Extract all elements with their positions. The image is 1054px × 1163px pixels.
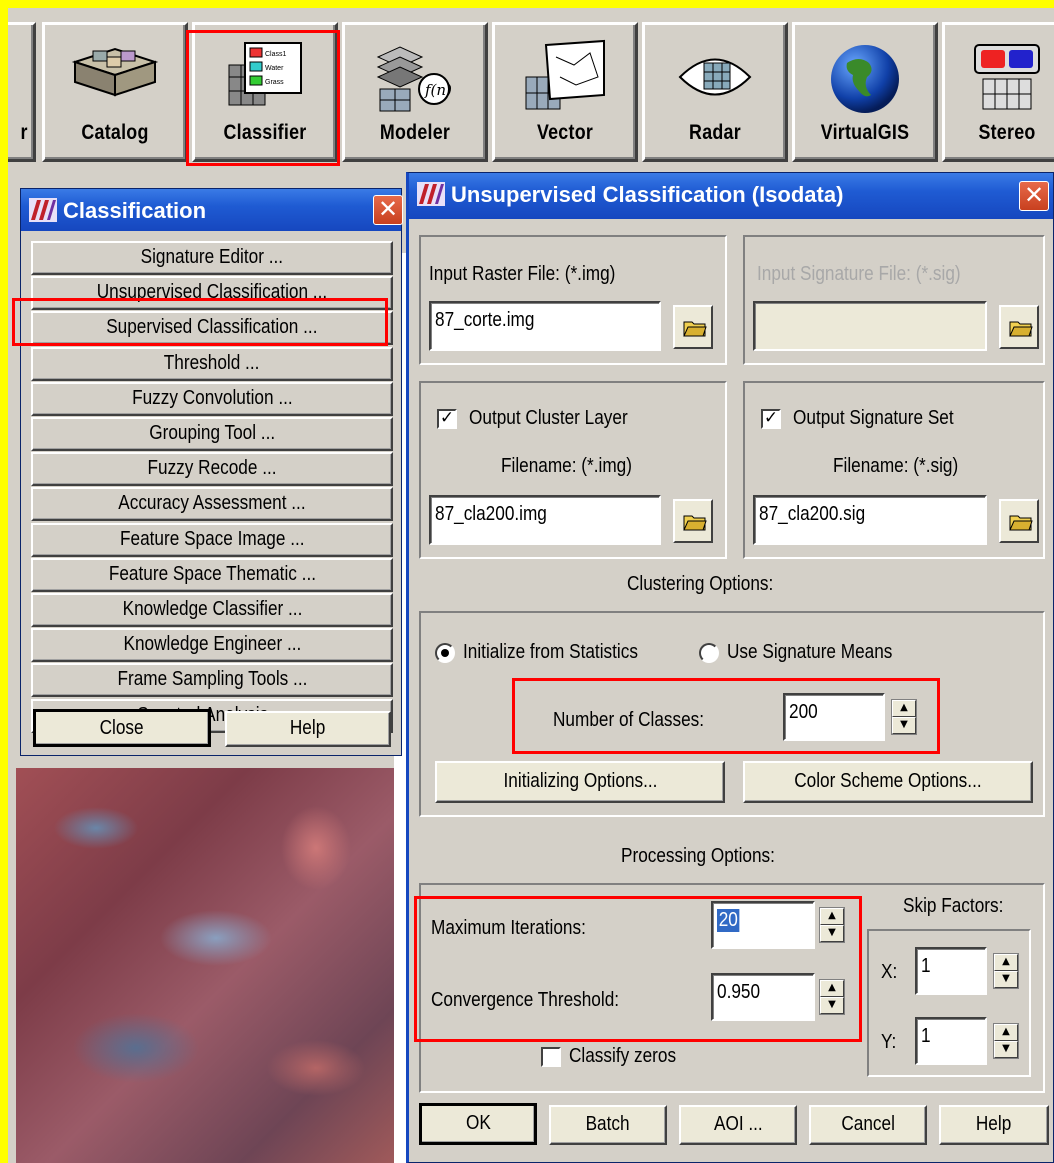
output-signature-set-label: Output Signature Set bbox=[793, 407, 954, 429]
classification-menu-item[interactable]: Feature Space Thematic ... bbox=[31, 557, 393, 592]
unsupervised-menu-highlight bbox=[12, 298, 388, 346]
classification-close-icon[interactable]: ✕ bbox=[373, 195, 403, 225]
output-cluster-layer-checkbox[interactable]: ✓ bbox=[437, 409, 457, 429]
modeler-icon: f(n) bbox=[376, 46, 452, 112]
input-raster-label: Input Raster File: (*.img) bbox=[429, 263, 616, 285]
classification-window: Classification ✕ Signature Editor ... Uns… bbox=[20, 188, 403, 756]
stereo-button[interactable]: Stereo bbox=[942, 22, 1054, 162]
classification-menu-item[interactable]: Fuzzy Convolution ... bbox=[31, 381, 393, 416]
classifier-highlight bbox=[186, 30, 340, 166]
classification-menu-item[interactable]: Accuracy Assessment ... bbox=[31, 487, 393, 522]
output-signature-filename-field[interactable]: 87_cla200.sig bbox=[753, 495, 987, 545]
classification-menu-item[interactable]: Fuzzy Recode ... bbox=[31, 452, 393, 487]
init-from-statistics-label: Initialize from Statistics bbox=[463, 641, 638, 663]
input-signature-browse-button[interactable] bbox=[999, 305, 1039, 349]
classification-help-button[interactable]: Help bbox=[225, 711, 391, 747]
spin-down-icon[interactable]: ▼ bbox=[994, 1041, 1018, 1058]
input-signature-field bbox=[753, 301, 987, 351]
svg-text:f(n): f(n) bbox=[424, 81, 452, 99]
output-cluster-filename-label: Filename: (*.img) bbox=[501, 455, 632, 477]
output-signature-filename-label: Filename: (*.sig) bbox=[833, 455, 959, 477]
catalog-button[interactable]: Catalog bbox=[42, 22, 188, 162]
cancel-button[interactable]: Cancel bbox=[809, 1105, 927, 1145]
classify-zeros-checkbox[interactable] bbox=[541, 1047, 561, 1067]
input-raster-field[interactable]: 87_corte.img bbox=[429, 301, 661, 351]
spin-up-icon[interactable]: ▲ bbox=[994, 1024, 1018, 1041]
radar-icon bbox=[678, 58, 752, 96]
modeler-button[interactable]: f(n) Modeler bbox=[342, 22, 488, 162]
output-cluster-filename-field[interactable]: 87_cla200.img bbox=[429, 495, 661, 545]
vector-button[interactable]: Vector bbox=[492, 22, 638, 162]
output-signature-browse-button[interactable] bbox=[999, 499, 1039, 543]
number-of-classes-highlight bbox=[512, 678, 940, 754]
classify-zeros-label: Classify zeros bbox=[569, 1045, 677, 1067]
skip-y-spinner[interactable]: ▲ ▼ bbox=[993, 1023, 1019, 1059]
stereo-label: Stereo bbox=[978, 121, 1036, 144]
classification-close-button[interactable]: Close bbox=[33, 709, 211, 747]
color-scheme-options-button[interactable]: Color Scheme Options... bbox=[743, 761, 1033, 803]
skip-y-label: Y: bbox=[881, 1031, 897, 1053]
output-cluster-layer-label: Output Cluster Layer bbox=[469, 407, 628, 429]
processing-options-label: Processing Options: bbox=[621, 845, 775, 867]
output-signature-set-checkbox[interactable]: ✓ bbox=[761, 409, 781, 429]
initializing-options-button[interactable]: Initializing Options... bbox=[435, 761, 725, 803]
help-button[interactable]: Help bbox=[939, 1105, 1049, 1145]
radar-label: Radar bbox=[689, 121, 741, 144]
skip-factors-label: Skip Factors: bbox=[903, 895, 1004, 917]
desktop: r Catalog Class1 Water Grass Classifier bbox=[8, 8, 1054, 1163]
classification-titlebar[interactable]: Classification ✕ bbox=[21, 189, 403, 231]
folder-icon bbox=[683, 321, 707, 337]
skip-y-field[interactable]: 1 bbox=[915, 1017, 987, 1065]
vector-label: Vector bbox=[536, 121, 594, 144]
catalog-icon bbox=[71, 47, 159, 97]
erdas-logo-icon bbox=[29, 198, 57, 222]
globe-icon bbox=[831, 45, 899, 113]
classification-menu-item[interactable]: Knowledge Classifier ... bbox=[31, 593, 393, 627]
input-raster-browse-button[interactable] bbox=[673, 305, 713, 349]
batch-button[interactable]: Batch bbox=[549, 1105, 667, 1145]
spin-up-icon[interactable]: ▲ bbox=[994, 954, 1018, 971]
folder-icon bbox=[683, 515, 707, 531]
vector-icon bbox=[525, 39, 605, 110]
unsupervised-titlebar[interactable]: Unsupervised Classification (Isodata) ✕ bbox=[409, 173, 1053, 219]
classification-menu-item[interactable]: Grouping Tool ... bbox=[31, 417, 393, 451]
satellite-image bbox=[16, 768, 396, 1163]
use-signature-means-radio[interactable] bbox=[699, 643, 719, 663]
folder-icon bbox=[1009, 515, 1033, 531]
input-signature-label: Input Signature File: (*.sig) bbox=[757, 263, 961, 285]
classification-menu-item[interactable]: Knowledge Engineer ... bbox=[31, 628, 393, 663]
classification-menu-item[interactable]: Signature Editor ... bbox=[31, 241, 393, 275]
radar-button[interactable]: Radar bbox=[642, 22, 788, 162]
classification-menu-item[interactable]: Feature Space Image ... bbox=[31, 522, 393, 557]
virtualgis-label: VirtualGIS bbox=[820, 121, 910, 144]
classification-menu-item[interactable]: Frame Sampling Tools ... bbox=[31, 663, 393, 698]
skip-x-field[interactable]: 1 bbox=[915, 947, 987, 995]
skip-x-label: X: bbox=[881, 961, 898, 983]
ok-button[interactable]: OK bbox=[419, 1103, 537, 1145]
stereo-icon bbox=[974, 44, 1040, 110]
unsupervised-title: Unsupervised Classification (Isodata) bbox=[451, 182, 844, 207]
virtualgis-button[interactable]: VirtualGIS bbox=[792, 22, 938, 162]
spin-down-icon[interactable]: ▼ bbox=[994, 971, 1018, 988]
classification-menu-item[interactable]: Threshold ... bbox=[31, 346, 393, 381]
output-cluster-browse-button[interactable] bbox=[673, 499, 713, 543]
aoi-button[interactable]: AOI ... bbox=[679, 1105, 797, 1145]
use-signature-means-label: Use Signature Means bbox=[727, 641, 893, 663]
unsupervised-close-icon[interactable]: ✕ bbox=[1019, 181, 1049, 211]
classification-title: Classification bbox=[63, 198, 207, 223]
modeler-label: Modeler bbox=[379, 121, 451, 144]
processing-options-highlight bbox=[414, 896, 862, 1042]
init-from-statistics-radio[interactable] bbox=[435, 643, 455, 663]
catalog-label: Catalog bbox=[81, 121, 149, 144]
toolbar-button-partial[interactable]: r bbox=[8, 22, 36, 162]
folder-icon bbox=[1009, 321, 1033, 337]
skip-x-spinner[interactable]: ▲ ▼ bbox=[993, 953, 1019, 989]
clustering-options-label: Clustering Options: bbox=[627, 573, 774, 595]
erdas-logo-icon bbox=[417, 182, 445, 206]
